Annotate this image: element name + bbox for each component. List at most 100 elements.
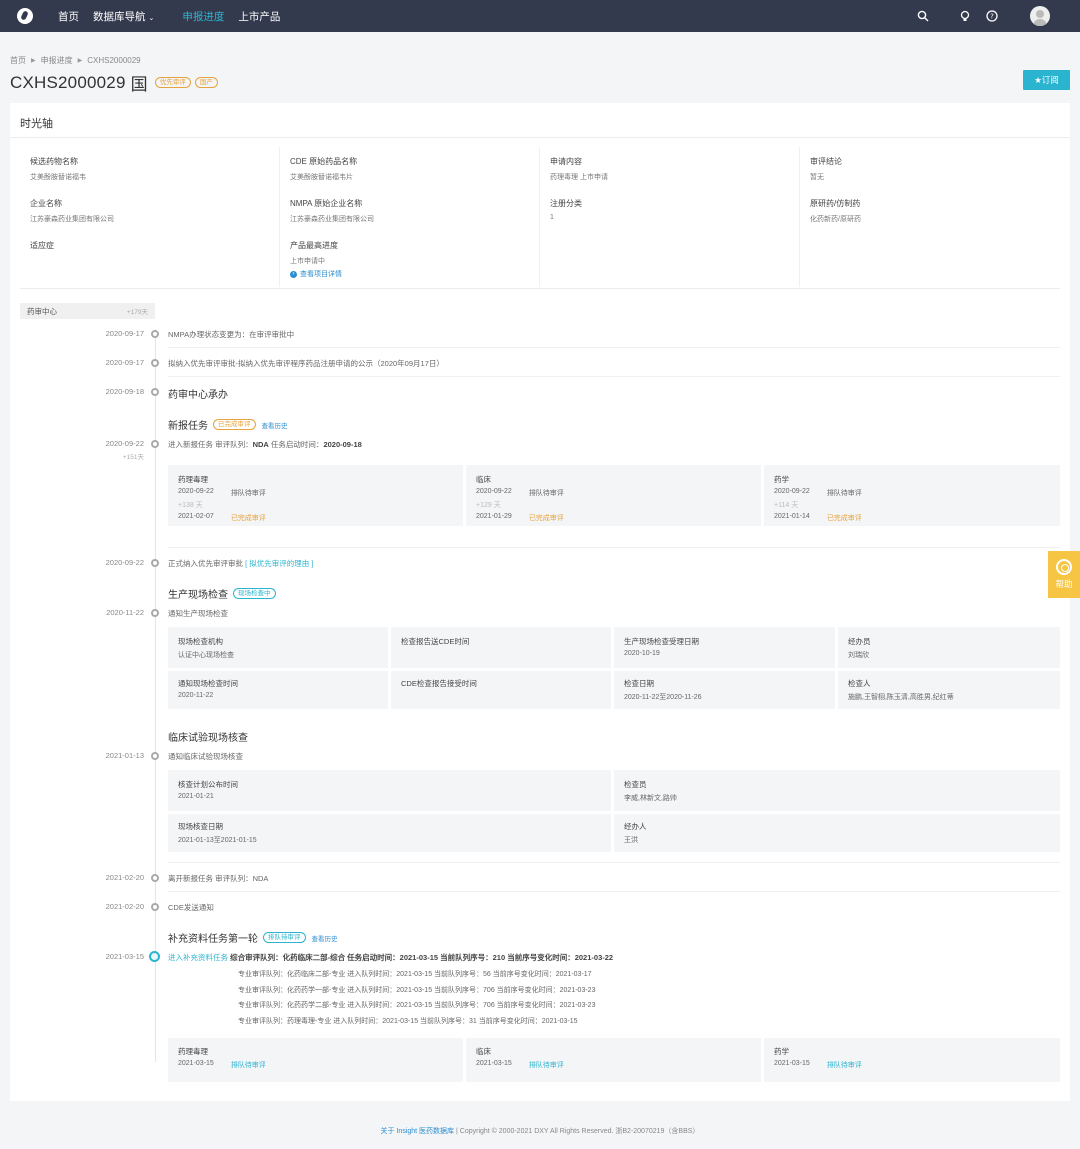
info-field: 审评结论 暂无 bbox=[810, 156, 1050, 182]
help-button[interactable]: 帮助 bbox=[1048, 551, 1080, 598]
priority-review-tag: 优先审评 bbox=[154, 77, 191, 88]
divider bbox=[168, 862, 1060, 863]
event-rel-days: +151天 bbox=[122, 454, 144, 461]
divider bbox=[168, 376, 1060, 377]
event-text: 通知临床试验现场核查 bbox=[168, 752, 243, 761]
cell-row: 2020-09-22 排队待审评 bbox=[178, 488, 283, 498]
view-history-link[interactable]: 查看历史 bbox=[312, 933, 338, 943]
chevron-down-icon: ⌄ bbox=[148, 14, 155, 22]
cell-label: 检查员 bbox=[624, 780, 647, 789]
review-cell: 临床 2021-03-15 排队待审评 bbox=[466, 1038, 761, 1082]
avatar[interactable] bbox=[1030, 6, 1050, 26]
timeline-node bbox=[151, 903, 159, 911]
cell-row: 2021-03-15 排队待审评 bbox=[178, 1060, 283, 1070]
nav-item-progress[interactable]: 申报进度 bbox=[182, 9, 224, 24]
cell-rel: +114 天 bbox=[774, 502, 799, 509]
divider bbox=[168, 668, 1060, 671]
cell-date: 2020-09-22 bbox=[476, 488, 512, 495]
cell-status: 排队待审评 bbox=[528, 490, 564, 497]
event-text: 进入新报任务 审评队列：NDA 任务启动时间：2020-09-18 bbox=[168, 439, 362, 450]
cell-value: 2021-01-21 bbox=[178, 793, 214, 800]
field-label: 候选药物名称 bbox=[30, 157, 78, 166]
inspection-box: 现场检查机构 认证中心现场检查 通知现场检查时间 2020-11-22 检查报告… bbox=[168, 627, 1060, 709]
queue-value: NDA bbox=[252, 440, 269, 449]
center-tab-label: 药审中心 bbox=[27, 306, 57, 316]
cell-row: 2020-09-22 排队待审评 bbox=[476, 488, 581, 498]
status-badge: 排队待审评 bbox=[263, 932, 306, 943]
review-box: 药理毒理 2020-09-22 排队待审评 +138 天 2021-02-07 已完… bbox=[168, 465, 1060, 526]
cell-label: 检查报告送CDE时间 bbox=[401, 637, 470, 646]
event-date: 2020-09-22 bbox=[105, 439, 144, 448]
info-column-2: CDE 原始药品名称 艾美酚胺替诺福韦片 NMPA 原始企业名称 江苏豪森药业集… bbox=[280, 147, 540, 287]
cell-label: 检查人 bbox=[848, 679, 871, 688]
sub-queue-row: 专业审评队列：化药药学二部-专业 进入队列时间：2021-03-15 当前队列序… bbox=[238, 1002, 596, 1009]
view-history-link[interactable]: 查看历史 bbox=[262, 420, 288, 430]
search-icon[interactable] bbox=[917, 10, 929, 22]
status-badge: 已完成审评 bbox=[213, 419, 256, 430]
supplement-heading: 补充资料任务第一轮 排队待审评 查看历史 bbox=[168, 930, 338, 945]
cell-row: 2021-03-15 排队待审评 bbox=[774, 1060, 879, 1070]
country-glyph: 国 bbox=[130, 75, 148, 94]
cell-title: 临床 bbox=[476, 1047, 491, 1056]
timeline-node bbox=[151, 330, 159, 338]
cell-label: CDE检查报告接受时间 bbox=[401, 679, 477, 688]
event-date: 2020-09-22 bbox=[105, 558, 144, 567]
lightbulb-icon[interactable] bbox=[959, 10, 971, 22]
view-project-link[interactable]: › 查看项目详情 bbox=[290, 269, 530, 279]
field-label: CDE 原始药品名称 bbox=[290, 157, 358, 166]
info-column-4: 审评结论 暂无 原研药/仿制药 化药新药/原研药 bbox=[800, 147, 1060, 287]
event-text: 拟纳入优先审评审批-拟纳入优先审评程序药品注册申请的公示（2020年09月17日… bbox=[168, 359, 444, 368]
info-field: 适应症 bbox=[30, 240, 270, 251]
subscribe-button[interactable]: ★订阅 bbox=[1023, 70, 1070, 90]
field-label: 适应症 bbox=[30, 241, 54, 250]
info-column-3: 申请内容 药理毒理 上市申请 注册分类 1 bbox=[540, 147, 800, 287]
info-column-1: 候选药物名称 艾美酚胺替诺福韦 企业名称 江苏豪森药业集团有限公司 适应症 bbox=[20, 147, 280, 287]
divider bbox=[168, 891, 1060, 892]
footer-copyright: | Copyright © 2000-2021 DXY All Rights R… bbox=[454, 1128, 700, 1135]
event-text-part: 进入新报任务 审评队列： bbox=[168, 440, 253, 449]
main-nav: 首页 数据库导航 ⌄ 申报进度 上市产品 bbox=[58, 9, 294, 24]
view-project-label: 查看项目详情 bbox=[300, 271, 342, 278]
field-label: 注册分类 bbox=[550, 199, 582, 208]
cell-date: 2021-03-15 bbox=[774, 1060, 810, 1067]
field-label: 产品最高进度 bbox=[290, 241, 338, 250]
cell-label: 经办员 bbox=[848, 637, 871, 646]
nav-item-database[interactable]: 数据库导航 ⌄ bbox=[93, 9, 154, 24]
center-tab[interactable]: 药审中心 +179天 bbox=[20, 303, 155, 319]
site-inspection-heading: 生产现场检查 现场检查中 bbox=[168, 586, 276, 601]
field-value: 化药新药/原研药 bbox=[810, 216, 861, 223]
nav-item-home[interactable]: 首页 bbox=[58, 9, 79, 24]
chevron-right-icon: ▶ bbox=[31, 58, 36, 64]
cell-date: 2021-03-15 bbox=[178, 1060, 214, 1067]
domestic-tag: 国产 bbox=[194, 77, 218, 88]
chevron-right-icon: ▶ bbox=[77, 58, 83, 64]
logo-icon[interactable] bbox=[17, 8, 33, 24]
info-field: CDE 原始药品名称 艾美酚胺替诺福韦片 bbox=[290, 156, 530, 182]
supplement-box: 药理毒理 2021-03-15 排队待审评 临床 2021-03-15 排队待审评 … bbox=[168, 1038, 1060, 1082]
breadcrumb-home[interactable]: 首页 bbox=[10, 55, 26, 66]
breadcrumb-current: CXHS2000029 bbox=[87, 56, 141, 65]
timeline-node bbox=[151, 874, 159, 882]
cell-status: 已完成审评 bbox=[528, 515, 564, 522]
cell-date: 2021-01-14 bbox=[774, 513, 810, 520]
cell-row: 2020-09-22 排队待审评 bbox=[774, 488, 879, 498]
cell-label: 通知现场检查时间 bbox=[178, 679, 238, 688]
cell-value: 2020-10-19 bbox=[624, 650, 660, 657]
info-icon: › bbox=[290, 270, 297, 278]
help-circle-icon[interactable]: ? bbox=[986, 10, 998, 22]
cell-label: 经办人 bbox=[624, 822, 647, 831]
cell-value: 李威,林新文,路帅 bbox=[624, 795, 677, 802]
cell-label: 生产现场检查受理日期 bbox=[624, 637, 699, 646]
field-value: 江苏豪森药业集团有限公司 bbox=[290, 216, 374, 223]
info-field: NMPA 原始企业名称 江苏豪森药业集团有限公司 bbox=[290, 198, 530, 224]
footer-about-link[interactable]: 关于 Insight 医药数据库 bbox=[381, 1128, 455, 1135]
breadcrumb: 首页 ▶ 申报进度 ▶ CXHS2000029 bbox=[10, 55, 141, 66]
breadcrumb-progress[interactable]: 申报进度 bbox=[41, 55, 73, 66]
cell-label: 核查计划公布时间 bbox=[178, 780, 238, 789]
new-task-heading: 新报任务 已完成审评 查看历史 bbox=[168, 417, 288, 432]
priority-reason-link[interactable]: [ 拟优先审评的理由 ] bbox=[245, 559, 313, 568]
nav-item-products[interactable]: 上市产品 bbox=[238, 9, 280, 24]
sub-queue-row: 专业审评队列：药理毒理-专业 进入队列时间：2021-03-15 当前队列序号：… bbox=[238, 1018, 578, 1025]
timeline-node bbox=[151, 752, 159, 760]
sub-queue-row: 专业审评队列：化药药学一部-专业 进入队列时间：2021-03-15 当前队列序… bbox=[238, 987, 596, 994]
